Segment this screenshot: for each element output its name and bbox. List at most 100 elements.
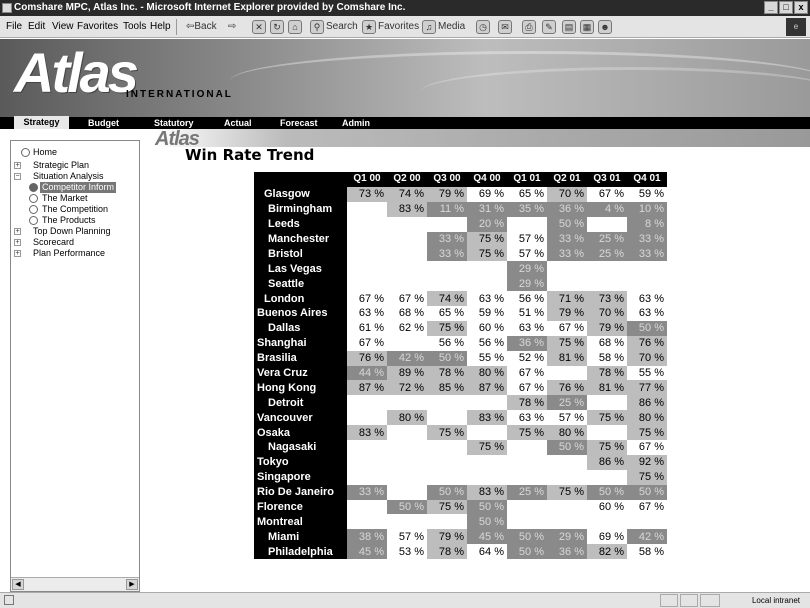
- tab-admin[interactable]: Admin: [336, 117, 376, 129]
- favorites-icon[interactable]: ★: [362, 20, 376, 34]
- atlas-logo-subtitle: INTERNATIONAL: [126, 89, 233, 100]
- table-cell: 65 %: [507, 186, 547, 202]
- table-row: Vera Cruz 44 % 89 % 78 % 80 % 67 % 78 % 55 %: [254, 365, 667, 381]
- expand-icon[interactable]: +: [14, 162, 21, 169]
- table-cell: 87 %: [347, 380, 387, 396]
- table-cell: 74 %: [387, 186, 427, 202]
- table-header-row: Q1 00 Q2 00 Q3 00 Q4 00 Q1 01 Q2 01 Q3 01 Q4 01: [254, 172, 667, 187]
- collapse-icon[interactable]: −: [14, 173, 21, 180]
- minimize-button[interactable]: _: [764, 1, 778, 14]
- menu-file[interactable]: File: [6, 16, 22, 38]
- table-cell: 62 %: [387, 320, 427, 336]
- expand-icon[interactable]: +: [14, 228, 21, 235]
- table-cell: [387, 335, 427, 351]
- table-row: Tokyo 86 % 92 %: [254, 454, 667, 470]
- ie-app-icon: [2, 3, 12, 13]
- navigation-tree: Home + Strategic Plan − Situation Analys…: [10, 140, 140, 592]
- maximize-button[interactable]: □: [779, 1, 793, 14]
- table-cell: 81 %: [587, 380, 627, 396]
- table-cell: 79 %: [547, 306, 587, 321]
- table-cell: 33 %: [347, 484, 387, 500]
- menu-tools[interactable]: Tools: [123, 16, 146, 38]
- table-cell: 60 %: [587, 499, 627, 515]
- table-cell: 76 %: [347, 350, 387, 366]
- column-header: Q3 00: [427, 172, 467, 187]
- radio-icon: [21, 148, 30, 157]
- forward-button[interactable]: ⇨: [228, 16, 236, 38]
- table-cell: [627, 261, 667, 277]
- row-header-city: Glasgow: [254, 186, 347, 202]
- discuss-icon[interactable]: ▤: [562, 20, 576, 34]
- table-cell: 25 %: [587, 231, 627, 247]
- close-button[interactable]: x: [794, 1, 808, 14]
- history-icon[interactable]: ◷: [476, 20, 490, 34]
- messenger-icon[interactable]: ☻: [598, 20, 612, 34]
- table-cell: [427, 216, 467, 232]
- column-header: Q4 00: [467, 172, 507, 187]
- table-cell: [387, 395, 427, 411]
- table-row: Buenos Aires 63 % 68 % 65 % 59 % 51 % 79 % 70 %…: [254, 306, 667, 321]
- table-cell: 79 %: [427, 186, 467, 202]
- table-row: Singapore 75 %: [254, 469, 667, 485]
- table-cell: [347, 201, 387, 217]
- table-cell: 33 %: [627, 231, 667, 247]
- row-header-city: Buenos Aires: [254, 306, 347, 321]
- table-cell: 33 %: [547, 246, 587, 262]
- refresh-icon[interactable]: ↻: [270, 20, 284, 34]
- tab-forecast[interactable]: Forecast: [274, 117, 324, 129]
- table-cell: 83 %: [347, 425, 387, 441]
- media-icon[interactable]: ♫: [422, 20, 436, 34]
- radio-icon: [29, 205, 38, 214]
- media-button[interactable]: Media: [438, 16, 465, 38]
- table-cell: 51 %: [507, 306, 547, 321]
- edit-icon[interactable]: ✎: [542, 20, 556, 34]
- mail-icon[interactable]: ✉: [498, 20, 512, 34]
- home-icon[interactable]: ⌂: [288, 20, 302, 34]
- table-cell: [387, 216, 427, 232]
- table-cell: 75 %: [467, 231, 507, 247]
- favorites-button[interactable]: Favorites: [378, 16, 419, 38]
- menu-favorites[interactable]: Favorites: [77, 16, 118, 38]
- stop-icon[interactable]: ✕: [252, 20, 266, 34]
- scroll-right-icon[interactable]: ▶: [126, 579, 138, 590]
- table-cell: 56 %: [467, 335, 507, 351]
- table-cell: 59 %: [627, 186, 667, 202]
- table-cell: 50 %: [427, 484, 467, 500]
- table-cell: [387, 469, 427, 485]
- table-row: Birmingham 83 % 11 % 31 % 35 % 36 % 4 % 10 %: [254, 201, 667, 217]
- tab-strategy[interactable]: Strategy: [14, 116, 69, 129]
- research-icon[interactable]: ▦: [580, 20, 594, 34]
- search-button[interactable]: Search: [326, 16, 358, 38]
- horizontal-scrollbar[interactable]: ◀ ▶: [11, 577, 139, 591]
- table-cell: 86 %: [587, 454, 627, 470]
- scroll-left-icon[interactable]: ◀: [12, 579, 24, 590]
- tree-item-label: Strategic Plan: [33, 160, 90, 170]
- back-button[interactable]: ⇦Back: [186, 16, 217, 38]
- table-cell: 64 %: [467, 544, 507, 560]
- table-cell: 69 %: [587, 529, 627, 545]
- menu-edit[interactable]: Edit: [28, 16, 45, 38]
- menu-help[interactable]: Help: [150, 16, 171, 38]
- table-cell: 50 %: [547, 216, 587, 232]
- tab-actual[interactable]: Actual: [218, 117, 258, 129]
- menu-view[interactable]: View: [52, 16, 74, 38]
- table-cell: [507, 454, 547, 470]
- tab-budget[interactable]: Budget: [82, 117, 125, 129]
- row-header-city: Brasilia: [254, 350, 347, 366]
- table-cell: [467, 395, 507, 411]
- radio-icon: [29, 194, 38, 203]
- print-icon[interactable]: ⎙: [522, 20, 536, 34]
- table-cell: 57 %: [507, 231, 547, 247]
- table-cell: [467, 425, 507, 441]
- tree-item-label: Scorecard: [33, 237, 75, 247]
- row-header-city: Miami: [254, 529, 347, 545]
- search-icon[interactable]: ⚲: [310, 20, 324, 34]
- expand-icon[interactable]: +: [14, 239, 21, 246]
- table-cell: [467, 454, 507, 470]
- table-row: Vancouver 80 % 83 % 63 % 57 % 75 % 80 %: [254, 410, 667, 426]
- table-cell: 75 %: [587, 410, 627, 426]
- table-cell: 67 %: [507, 365, 547, 381]
- table-cell: 83 %: [467, 484, 507, 500]
- expand-icon[interactable]: +: [14, 250, 21, 257]
- table-cell: 25 %: [507, 484, 547, 500]
